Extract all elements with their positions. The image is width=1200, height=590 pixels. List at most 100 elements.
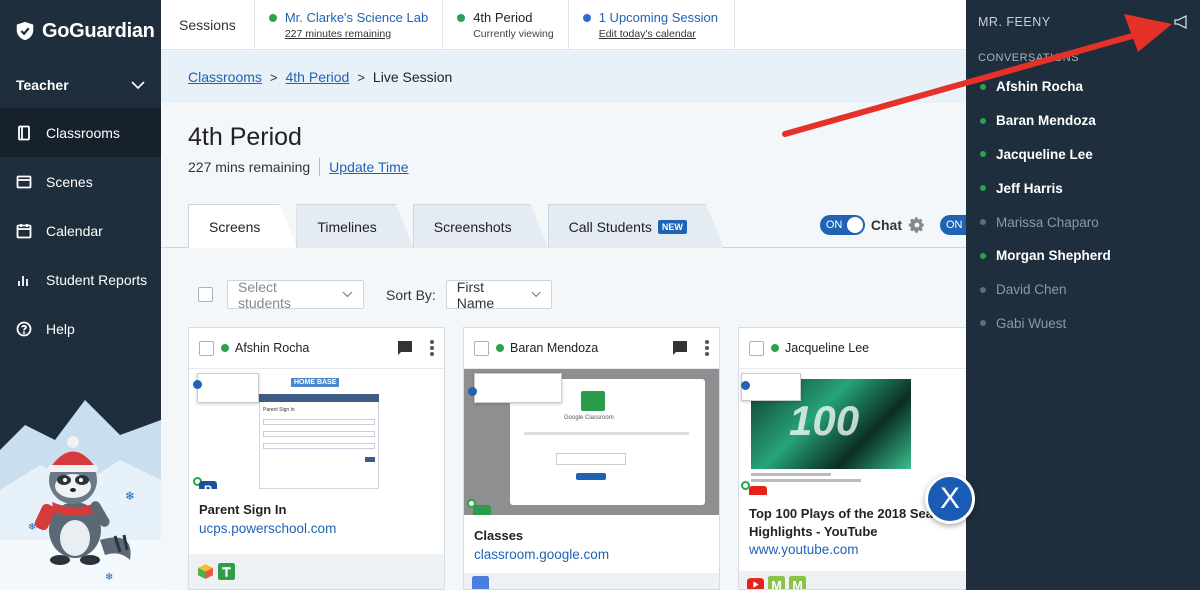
nav-label: Scenes [46,173,93,190]
google-docs-icon[interactable] [472,575,489,590]
offline-dot [980,219,986,226]
youtube-icon [749,486,767,495]
nav-label: Student Reports [46,271,148,288]
breadcrumb-classrooms[interactable]: Classrooms [188,69,262,85]
nav-item-calendar[interactable]: Calendar [0,206,161,255]
page-title: 4th Period [188,123,302,151]
conversation-item[interactable]: Afshin Rocha [966,70,1200,104]
live-status-dot [457,13,466,22]
nav-item-scenes[interactable]: Scenes [0,157,161,206]
chat-toggle[interactable]: ON [819,215,865,235]
session-title[interactable]: 1 Upcoming Session [599,10,718,25]
student-checkbox[interactable] [199,340,214,356]
svg-text:❄: ❄ [125,489,135,503]
conversation-item[interactable]: Jeff Harris [966,171,1200,205]
select-all-checkbox[interactable] [198,287,213,302]
view-tabs: Screens Timelines Screenshots Call Stude… [188,203,723,248]
divider [319,158,321,176]
green-app-icon[interactable] [218,563,235,580]
svg-text:M: M [792,577,803,590]
screen-thumbnail[interactable]: 100 [739,369,966,495]
scenes-icon [16,175,32,188]
conversation-item[interactable]: Morgan Shepherd [966,239,1200,273]
role-dropdown[interactable]: Teacher [0,62,161,108]
brand-logo[interactable]: GoGuardian [0,0,161,62]
tab-timelines[interactable]: Timelines [296,204,413,248]
student-name: Baran Mendoza [510,341,599,355]
tab-screenshots[interactable]: Screenshots [413,204,549,248]
calendar-icon [16,223,32,238]
nav-item-student-reports[interactable]: Student Reports [0,255,161,304]
svg-text:❄: ❄ [28,522,36,533]
nav-item-help[interactable]: Help [0,304,161,353]
student-name: Gabi Wuest [996,315,1067,331]
gear-icon[interactable] [908,216,926,234]
tab-url[interactable]: classroom.google.com [474,547,709,562]
conversation-item[interactable]: Jacqueline Lee [966,138,1200,172]
book-icon [18,125,30,140]
more-options-icon[interactable] [705,340,709,356]
breadcrumb-4th-period[interactable]: 4th Period [286,69,350,85]
chat-control: ON Chat [819,215,926,235]
youtube-app-icon[interactable] [747,576,764,590]
tab-title: Parent Sign In [199,502,287,517]
time-remaining: 227 mins remaining [188,159,311,175]
more-options-icon[interactable] [430,340,434,356]
brand-name: GoGuardian [42,19,155,42]
select-students-dropdown[interactable]: Select students [227,278,364,311]
filter-bar: Select students Sort By: First Name [198,278,552,311]
chat-icon[interactable] [672,340,688,356]
edit-calendar-link[interactable]: Edit today's calendar [599,28,718,40]
screen-thumbnail[interactable]: HOME BASE Parent Sign In P [189,369,444,489]
chat-panel-header: MR. FEENY [966,0,1200,44]
close-chat-button[interactable]: X [925,474,975,524]
role-label: Teacher [16,77,69,93]
student-checkbox[interactable] [474,340,489,356]
student-card[interactable]: Baran Mendoza Google Classroom Classes c… [463,327,720,590]
select-students-placeholder: Select students [238,278,291,311]
chat-label: Chat [870,217,902,233]
tab-label: Screens [209,218,261,235]
green-m-app-icon[interactable]: M [768,575,785,590]
session-4th-period[interactable]: 4th Period Currently viewing [443,0,569,50]
session-title[interactable]: Mr. Clarke's Science Lab [285,10,428,25]
close-label: X [939,482,960,515]
thumb-logo: HOME BASE [291,378,340,387]
sort-by-label: Sort By: [386,286,436,303]
chat-icon[interactable] [397,340,413,356]
announcement-icon[interactable] [1174,15,1188,29]
open-tabs-bar: M M [739,571,966,589]
cube-app-icon[interactable] [197,563,214,580]
site-icon-letter: P [204,483,212,489]
conversation-item[interactable]: Gabi Wuest [966,307,1200,341]
sessions-bar: Sessions Mr. Clarke's Science Lab 227 mi… [161,0,966,50]
session-sub[interactable]: 227 minutes remaining [285,28,428,40]
session-science-lab[interactable]: Mr. Clarke's Science Lab 227 minutes rem… [255,0,444,50]
session-sub: Currently viewing [473,28,554,40]
nav-label: Calendar [46,222,103,239]
student-card[interactable]: Afshin Rocha HOME BASE Parent Sign In P … [188,327,445,590]
card-info: Parent Sign In ucps.powerschool.com [189,489,444,542]
thumb-overlay-text: 100 [789,397,860,444]
update-time-link[interactable]: Update Time [329,159,408,175]
student-checkbox[interactable] [749,340,764,356]
tab-url[interactable]: ucps.powerschool.com [199,521,434,536]
conversation-item[interactable]: David Chen [966,273,1200,307]
nav-item-classrooms[interactable]: Classrooms [0,108,161,157]
live-status-dot [268,13,277,22]
card-header: Afshin Rocha [189,328,444,369]
tab-url[interactable]: www.youtube.com [749,542,966,557]
student-card[interactable]: Jacqueline Lee 100 Top 100 Plays of the … [738,327,966,590]
conversation-item[interactable]: Baran Mendoza [966,104,1200,138]
screen-thumbnail[interactable]: Google Classroom [464,369,719,515]
sort-by-dropdown[interactable]: First Name [445,279,552,311]
green-m-app-icon[interactable]: M [789,575,806,590]
conversation-item[interactable]: Marissa Chaparo [966,205,1200,239]
online-dot [980,151,986,158]
tab-screens[interactable]: Screens [188,204,297,248]
secondary-toggle[interactable]: ON [940,215,966,235]
tab-call-students[interactable]: Call Students NEW [548,204,724,248]
student-name: Afshin Rocha [235,341,310,355]
chevron-down-icon [531,291,541,298]
session-upcoming[interactable]: 1 Upcoming Session Edit today's calendar [569,0,735,50]
